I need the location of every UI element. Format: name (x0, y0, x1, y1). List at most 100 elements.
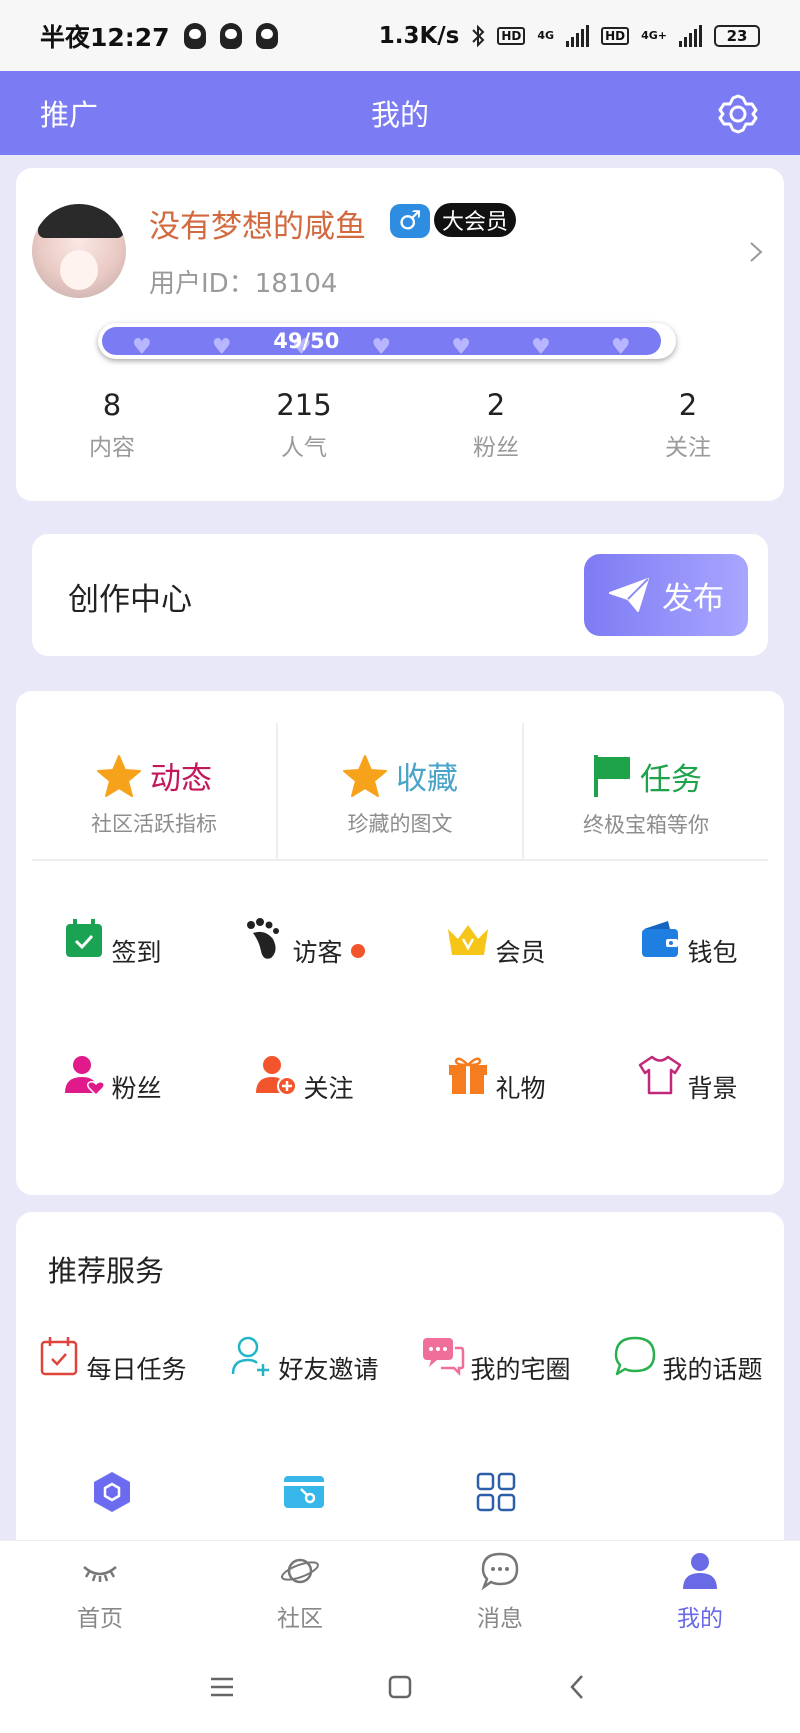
qq-icon (219, 22, 242, 49)
tshirt-icon (639, 1055, 682, 1095)
service-item[interactable] (16, 1470, 208, 1518)
network-speed: 1.3K/s (378, 22, 460, 49)
calendar-icon (41, 1337, 78, 1376)
feature-activity[interactable]: 动态 社区活跃指标 (32, 723, 278, 859)
service-label: 我的话题 (662, 1355, 763, 1384)
level-progress-text: 49/50 (273, 329, 340, 353)
nav-label: 首页 (77, 1606, 123, 1632)
service-label: 我的宅圈 (470, 1355, 571, 1384)
stat-value: 2 (678, 388, 698, 422)
stat-label: 内容 (89, 435, 135, 461)
publish-label: 发布 (662, 580, 724, 617)
chat-bubble-icon (615, 1336, 656, 1376)
eye-closed-icon (83, 1566, 117, 1582)
service-item-empty (592, 1470, 784, 1518)
star-icon (97, 754, 141, 797)
service-item[interactable] (400, 1470, 592, 1518)
hd-icon: HD (601, 26, 630, 45)
username: 没有梦想的咸鱼 (149, 209, 366, 245)
feature-tasks[interactable]: 任务 终极宝箱等你 (524, 723, 768, 859)
network-type: 4G (537, 29, 555, 42)
stats-row: 8 内容 215 人气 2 粉丝 2 关注 (16, 388, 784, 462)
qq-icon (183, 22, 206, 49)
user-add-icon (256, 1056, 298, 1096)
page-title: 我的 (370, 98, 429, 132)
stat-content[interactable]: 8 内容 (16, 388, 208, 462)
grid-item-background[interactable]: 背景 (592, 1053, 784, 1105)
service-label: 好友邀请 (278, 1355, 379, 1384)
avatar[interactable] (32, 204, 126, 298)
feature-subtitle: 珍藏的图文 (347, 812, 453, 836)
home-square-icon[interactable] (386, 1673, 414, 1701)
vip-badge: 大会员 (434, 203, 517, 237)
stat-label: 关注 (665, 435, 711, 461)
hd-icon: HD (497, 26, 526, 45)
grid-item-fans[interactable]: 粉丝 (16, 1053, 208, 1105)
grid-label: 礼物 (495, 1074, 546, 1103)
feature-subtitle: 社区活跃指标 (91, 812, 217, 836)
service-daily-task[interactable]: 每日任务 (16, 1334, 208, 1386)
qq-icon (255, 22, 278, 49)
signal-icon (566, 24, 590, 47)
status-time: 半夜12:27 (40, 22, 170, 52)
stat-label: 人气 (281, 435, 327, 461)
nav-community[interactable]: 社区 (200, 1541, 400, 1640)
notification-dot (350, 944, 365, 958)
grid-item-vip[interactable]: 会员 (400, 917, 592, 969)
stat-popularity[interactable]: 215 人气 (208, 388, 400, 462)
nav-mine[interactable]: 我的 (600, 1541, 800, 1640)
back-icon[interactable] (564, 1673, 592, 1701)
bottom-nav: 首页 社区 消息 我的 (0, 1540, 800, 1640)
grid-item-wallet[interactable]: 钱包 (592, 917, 784, 969)
grid-label: 关注 (303, 1074, 354, 1103)
system-nav-bar (0, 1640, 800, 1733)
grid-item-checkin[interactable]: 签到 (16, 917, 208, 969)
nav-label: 社区 (277, 1606, 323, 1632)
grid-item-visitors[interactable]: 访客 (208, 917, 400, 969)
grid-label: 会员 (495, 938, 546, 967)
calendar-check-icon (66, 919, 103, 957)
feature-favorites[interactable]: 收藏 珍藏的图文 (278, 723, 524, 859)
planet-icon (281, 1558, 319, 1584)
service-my-circle[interactable]: 我的宅圈 (400, 1334, 592, 1386)
male-icon: ♂ (390, 204, 430, 238)
service-item[interactable] (208, 1470, 400, 1518)
grid-label: 钱包 (687, 938, 738, 967)
feature-title: 收藏 (396, 761, 458, 797)
footprint-icon (247, 918, 280, 959)
stat-label: 粉丝 (473, 435, 519, 461)
user-heart-icon (65, 1056, 106, 1097)
nav-label: 消息 (477, 1606, 523, 1632)
stat-fans[interactable]: 2 粉丝 (400, 388, 592, 462)
network-type: 4G+ (641, 29, 667, 42)
status-bar: 半夜12:27 1.3K/s HD 4G HD 4G+ 23 (0, 0, 800, 71)
nav-label: 我的 (677, 1606, 723, 1632)
chevron-right-icon[interactable] (748, 240, 764, 264)
signal-icon (679, 24, 702, 47)
grid-apps-icon (476, 1472, 516, 1512)
battery-level: 23 (726, 26, 748, 45)
menu-icon[interactable] (208, 1673, 236, 1701)
publish-button[interactable]: 发布 (584, 554, 748, 636)
grid-item-following[interactable]: 关注 (208, 1053, 400, 1105)
service-my-topics[interactable]: 我的话题 (592, 1334, 784, 1386)
stat-following[interactable]: 2 关注 (592, 388, 784, 462)
services-row-2 (16, 1470, 784, 1518)
flag-icon (594, 755, 630, 797)
feature-row: 动态 社区活跃指标 收藏 珍藏的图文 任务 终极宝箱等你 (32, 723, 768, 861)
quick-grid-row-2: 粉丝 关注 礼物 背景 (16, 1053, 784, 1105)
stat-value: 8 (102, 388, 122, 422)
star-icon (343, 754, 387, 797)
service-invite[interactable]: 好友邀请 (208, 1334, 400, 1386)
user-plus-icon (232, 1336, 270, 1376)
grid-item-gift[interactable]: 礼物 (400, 1053, 592, 1105)
stat-value: 215 (276, 388, 332, 422)
nav-messages[interactable]: 消息 (400, 1541, 600, 1640)
nav-home[interactable]: 首页 (0, 1541, 200, 1640)
profile-card[interactable]: 没有梦想的咸鱼 ♂ 大会员 用户ID：18104 ♥ ♥ ♥ ♥ ♥ ♥ ♥ 49/50 8… (16, 168, 784, 501)
heart-decoration: ♥ ♥ ♥ ♥ ♥ ♥ ♥ (132, 334, 631, 360)
gear-icon[interactable] (716, 92, 760, 136)
creator-center-label: 创作中心 (68, 582, 192, 618)
hexagon-icon (94, 1472, 130, 1512)
grid-label: 签到 (111, 938, 162, 967)
